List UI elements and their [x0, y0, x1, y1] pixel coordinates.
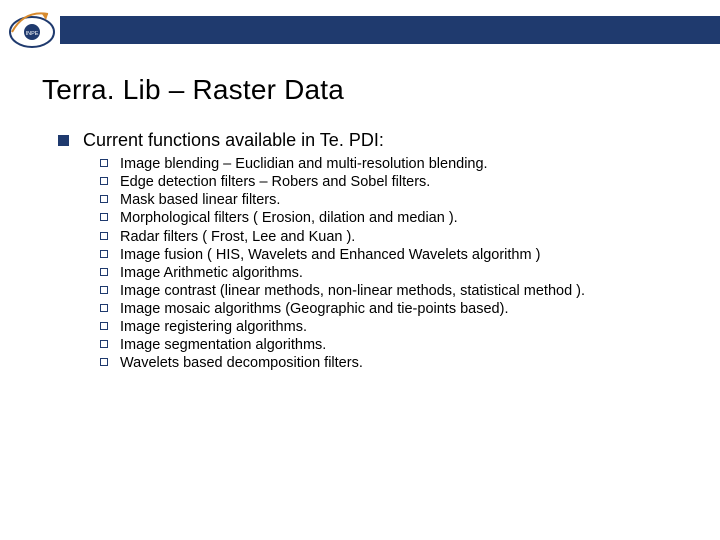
slide: INPE Terra. Lib – Raster Data Current fu…	[0, 0, 720, 540]
hollow-square-bullet-icon	[100, 195, 108, 203]
bullet-level1-text: Current functions available in Te. PDI:	[83, 130, 384, 151]
hollow-square-bullet-icon	[100, 159, 108, 167]
list-item-text: Radar filters ( Frost, Lee and Kuan ).	[120, 228, 355, 246]
list-item-text: Morphological filters ( Erosion, dilatio…	[120, 209, 458, 227]
list-item: Morphological filters ( Erosion, dilatio…	[100, 209, 690, 227]
list-item: Mask based linear filters.	[100, 191, 690, 209]
list-item: Radar filters ( Frost, Lee and Kuan ).	[100, 228, 690, 246]
inpe-logo: INPE	[6, 8, 58, 50]
list-item: Image registering algorithms.	[100, 318, 690, 336]
list-item: Image blending – Euclidian and multi-res…	[100, 155, 690, 173]
list-item-text: Mask based linear filters.	[120, 191, 280, 209]
logo-text: INPE	[26, 31, 39, 37]
bullet-level1: Current functions available in Te. PDI:	[58, 130, 690, 151]
hollow-square-bullet-icon	[100, 268, 108, 276]
list-item-text: Image segmentation algorithms.	[120, 336, 326, 354]
hollow-square-bullet-icon	[100, 358, 108, 366]
hollow-square-bullet-icon	[100, 250, 108, 258]
list-item: Edge detection filters – Robers and Sobe…	[100, 173, 690, 191]
list-item-text: Image mosaic algorithms (Geographic and …	[120, 300, 508, 318]
hollow-square-bullet-icon	[100, 213, 108, 221]
list-item-text: Image blending – Euclidian and multi-res…	[120, 155, 488, 173]
slide-title: Terra. Lib – Raster Data	[42, 74, 344, 106]
list-item: Wavelets based decomposition filters.	[100, 354, 690, 372]
hollow-square-bullet-icon	[100, 232, 108, 240]
hollow-square-bullet-icon	[100, 286, 108, 294]
list-item-text: Image registering algorithms.	[120, 318, 307, 336]
sub-bullet-list: Image blending – Euclidian and multi-res…	[100, 155, 690, 373]
content-area: Current functions available in Te. PDI: …	[58, 130, 690, 373]
list-item: Image fusion ( HIS, Wavelets and Enhance…	[100, 246, 690, 264]
list-item: Image contrast (linear methods, non-line…	[100, 282, 690, 300]
hollow-square-bullet-icon	[100, 304, 108, 312]
list-item: Image mosaic algorithms (Geographic and …	[100, 300, 690, 318]
list-item: Image Arithmetic algorithms.	[100, 264, 690, 282]
list-item: Image segmentation algorithms.	[100, 336, 690, 354]
square-bullet-icon	[58, 135, 69, 146]
list-item-text: Image contrast (linear methods, non-line…	[120, 282, 585, 300]
header-bar	[60, 16, 720, 44]
list-item-text: Image fusion ( HIS, Wavelets and Enhance…	[120, 246, 540, 264]
list-item-text: Image Arithmetic algorithms.	[120, 264, 303, 282]
hollow-square-bullet-icon	[100, 177, 108, 185]
hollow-square-bullet-icon	[100, 340, 108, 348]
list-item-text: Wavelets based decomposition filters.	[120, 354, 363, 372]
list-item-text: Edge detection filters – Robers and Sobe…	[120, 173, 430, 191]
hollow-square-bullet-icon	[100, 322, 108, 330]
